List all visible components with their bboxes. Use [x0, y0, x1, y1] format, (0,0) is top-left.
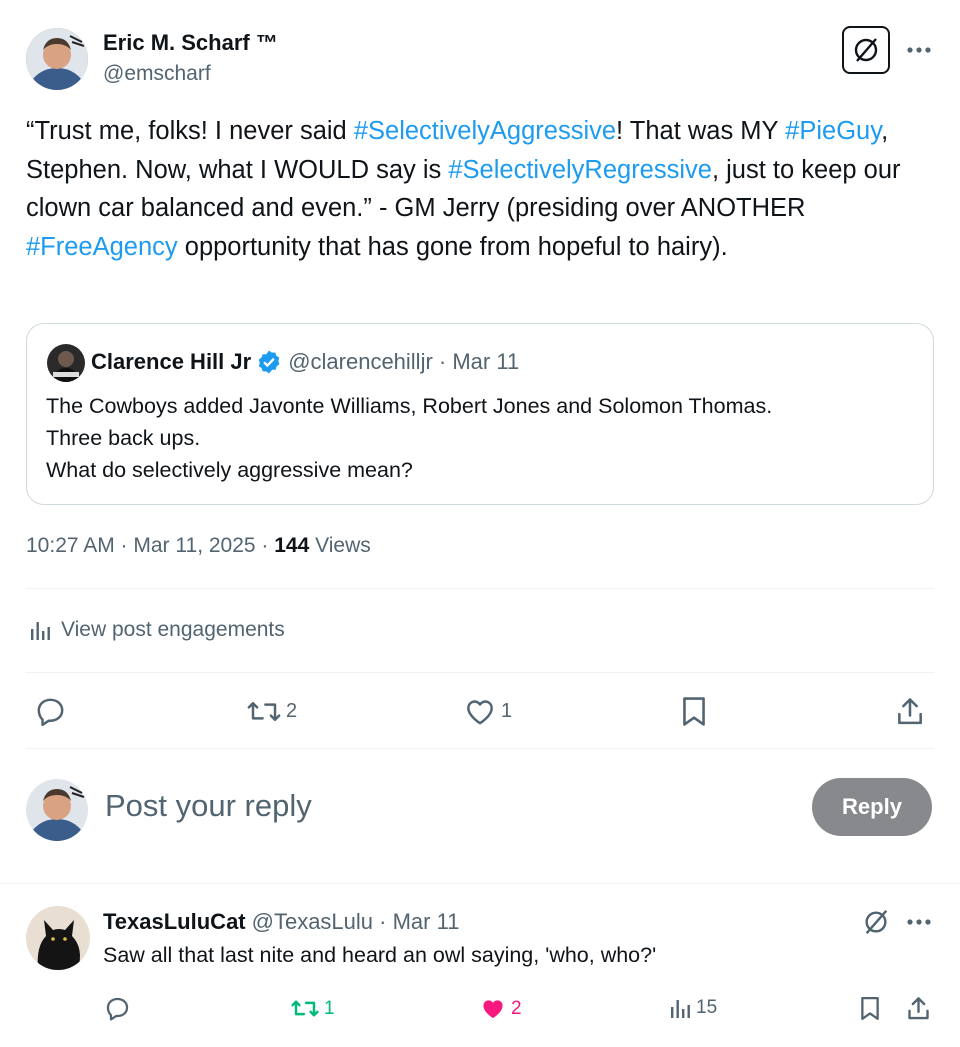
reply-repost-count: 1 [324, 997, 335, 1019]
reply-repost-action[interactable]: 1 [290, 995, 335, 1022]
more-icon [907, 919, 931, 925]
reply-icon [37, 698, 64, 727]
author-avatar[interactable] [26, 28, 88, 90]
post-text-segment: opportunity that has gone from hopeful t… [177, 232, 728, 261]
share-icon [908, 997, 929, 1020]
like-action[interactable]: 1 [463, 695, 512, 728]
view-engagements-link[interactable]: View post engagements [28, 618, 285, 642]
bookmark-icon [861, 996, 879, 1021]
repost-icon [291, 1000, 319, 1017]
heart-icon [467, 700, 493, 725]
my-avatar[interactable] [26, 779, 88, 841]
reply-icon [106, 997, 129, 1021]
quote-author-avatar [47, 344, 85, 382]
reply-author-avatar[interactable] [26, 906, 90, 970]
quote-text: The Cowboys added Javonte Williams, Robe… [46, 390, 772, 486]
hashtag-link[interactable]: #PieGuy [785, 117, 881, 145]
reply-text: Saw all that last nite and heard an owl … [103, 943, 657, 967]
divider [26, 748, 934, 749]
view-engagements-label: View post engagements [61, 618, 285, 641]
more-options-button[interactable] [900, 36, 938, 64]
grok-icon [854, 38, 878, 62]
quote-line: The Cowboys added Javonte Williams, Robe… [46, 394, 773, 418]
author-handle[interactable]: @emscharf [103, 62, 211, 86]
hashtag-link[interactable]: #SelectivelyRegressive [448, 156, 712, 184]
bookmark-action[interactable] [679, 695, 709, 728]
quote-author-name: Clarence Hill Jr [91, 349, 252, 374]
share-icon [898, 698, 922, 725]
views-count: 144 [274, 534, 310, 557]
reply-more-options-button[interactable] [902, 908, 936, 936]
divider [26, 588, 934, 589]
quote-author-handle: @clarencehilljr [288, 349, 433, 374]
share-action[interactable] [894, 695, 926, 728]
reply-action[interactable] [34, 695, 67, 728]
quote-line: Three back ups. [46, 426, 201, 450]
reply-author-name[interactable]: TexasLuluCat [103, 909, 246, 935]
hashtag-link[interactable]: #SelectivelyAggressive [354, 117, 616, 145]
reply-views-count: 15 [696, 997, 718, 1018]
verified-badge-icon [258, 350, 280, 374]
repost-icon [247, 702, 281, 721]
post-meta: 10:27 AM · Mar 11, 2025 · 144 Views [26, 534, 371, 558]
repost-count: 2 [286, 700, 298, 722]
divider [26, 672, 934, 673]
reply-date[interactable]: Mar 11 [393, 909, 460, 935]
like-count: 1 [501, 700, 513, 722]
post-text-segment: ! That was MY [616, 117, 786, 145]
grok-button[interactable] [842, 26, 890, 74]
quote-separator: · [432, 349, 453, 374]
reply-share-action[interactable] [905, 995, 932, 1022]
quoted-post[interactable]: Clarence Hill Jr @clarencehilljr · Mar 1… [26, 323, 934, 505]
post-text: “Trust me, folks! I never said #Selectiv… [26, 112, 936, 266]
reply-separator: · [373, 909, 393, 934]
grok-icon [865, 910, 888, 934]
analytics-icon [671, 1000, 690, 1018]
reply-button[interactable]: Reply [812, 778, 932, 836]
analytics-icon [31, 622, 50, 640]
quote-date: Mar 11 [452, 349, 520, 374]
reply-like-action[interactable]: 2 [479, 995, 522, 1022]
reply-like-count: 2 [511, 997, 522, 1019]
author-name[interactable]: Eric M. Scharf ™ [103, 30, 278, 56]
views-label: Views [309, 534, 371, 557]
quote-line: What do selectively aggressive mean? [46, 458, 413, 482]
reply-reply-action[interactable] [104, 995, 131, 1022]
heart-filled-icon [483, 1000, 503, 1019]
bookmark-icon [683, 697, 705, 726]
reply-views-action[interactable]: 15 [668, 996, 717, 1020]
reply-author-handle[interactable]: @TexasLulu [252, 909, 373, 935]
reply-grok-button[interactable] [860, 906, 892, 938]
repost-action[interactable]: 2 [246, 695, 297, 728]
reply-input[interactable]: Post your reply [105, 788, 785, 824]
post-timestamp[interactable]: 10:27 AM · Mar 11, 2025 · [26, 534, 274, 557]
reply-bookmark-action[interactable] [858, 995, 882, 1022]
hashtag-link[interactable]: #FreeAgency [26, 233, 178, 261]
section-divider [0, 883, 960, 884]
post-text-segment: “Trust me, folks! I never said [26, 117, 354, 145]
more-icon [907, 47, 931, 53]
